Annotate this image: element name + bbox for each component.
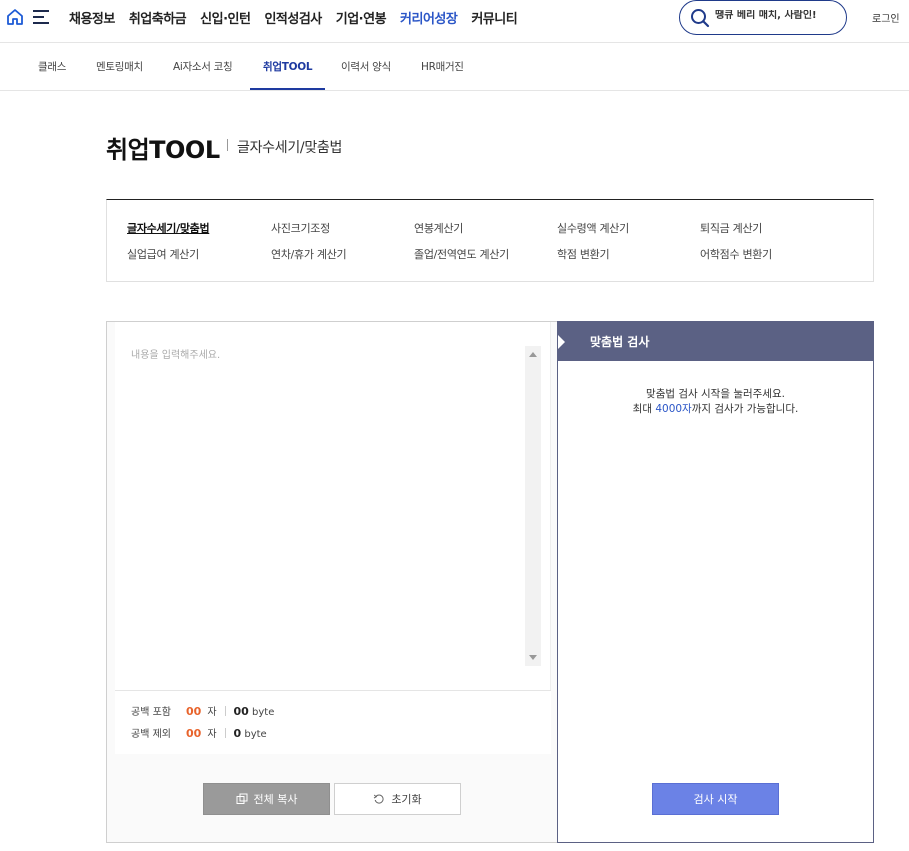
global-nav: 채용정보 취업축하금 신입·인턴 인적성검사 기업·연봉 커리어성장 커뮤니티 …	[0, 0, 909, 43]
byte-unit: byte	[244, 729, 267, 740]
nav-item-bonus[interactable]: 취업축하금	[129, 8, 187, 27]
search-box[interactable]	[679, 0, 847, 35]
tool-list: 글자수세기/맞춤법 사진크기조정 연봉계산기 실수령액 계산기 퇴직금 계산기 …	[106, 199, 874, 282]
spell-check-message: 맞춤법 검사 시작을 눌러주세요. 최대 4000자까지 검사가 가능합니다.	[558, 387, 873, 417]
login-link[interactable]: 로그인	[872, 10, 900, 25]
title-divider	[227, 139, 228, 151]
subnav-item-mentoring[interactable]: 멘토링매치	[96, 59, 143, 74]
subnav-item-class[interactable]: 클래스	[38, 59, 66, 74]
copy-all-label: 전체 복사	[253, 793, 298, 806]
nav-item-community[interactable]: 커뮤니티	[471, 8, 517, 27]
reset-icon	[374, 794, 384, 804]
tool-net-pay-calc[interactable]: 실수령액 계산기	[557, 220, 629, 236]
spell-check-title: 맞춤법 검사	[590, 335, 650, 349]
header-arrow-notch	[558, 335, 565, 349]
count-with-space-label: 공백 포함	[131, 707, 171, 718]
subnav-item-ai-coaching[interactable]: Ai자소서 코칭	[173, 59, 233, 74]
count-without-space-label: 공백 제외	[131, 729, 171, 740]
sub-nav: 클래스 멘토링매치 Ai자소서 코칭 취업TOOL 이력서 양식 HR매거진	[0, 43, 909, 91]
tool-char-count[interactable]: 글자수세기/맞춤법	[127, 220, 210, 236]
message-line-1: 맞춤법 검사 시작을 눌러주세요.	[646, 388, 785, 400]
main-nav: 채용정보 취업축하금 신입·인턴 인적성검사 기업·연봉 커리어성장 커뮤니티	[69, 8, 531, 27]
copy-icon	[236, 793, 247, 804]
message-line-2: 최대 4000자까지 검사가 가능합니다.	[632, 403, 799, 415]
spell-check-header: 맞춤법 검사	[558, 322, 873, 361]
tool-unemployment-calc[interactable]: 실업급여 계산기	[127, 246, 199, 262]
scroll-up-arrow-icon[interactable]	[529, 352, 537, 357]
page-subtitle: 글자수세기/맞춤법	[237, 140, 343, 156]
subnav-active-indicator	[250, 88, 325, 90]
content-textarea[interactable]	[131, 346, 518, 666]
tool-photo-resize[interactable]: 사진크기조정	[271, 220, 330, 236]
search-input[interactable]	[715, 10, 840, 21]
subnav-item-resume-form[interactable]: 이력서 양식	[341, 59, 391, 74]
nav-item-career[interactable]: 커리어성장	[400, 8, 458, 27]
count-with-space: 공백 포함 00 자 00 byte	[131, 703, 274, 718]
nav-item-intern[interactable]: 신입·인턴	[200, 8, 251, 27]
reset-button[interactable]: 초기화	[334, 783, 461, 815]
scroll-down-arrow-icon[interactable]	[529, 655, 537, 660]
nav-item-aptitude[interactable]: 인적성검사	[264, 8, 322, 27]
char-limit: 4000자	[655, 403, 692, 415]
count-without-space-bytes: 0	[233, 727, 242, 740]
subnav-item-hr-magazine[interactable]: HR매거진	[421, 59, 464, 74]
tool-salary-calc[interactable]: 연봉계산기	[414, 220, 463, 236]
count-with-space-chars: 00	[186, 705, 202, 718]
tool-language-score-converter[interactable]: 어학점수 변환기	[700, 246, 772, 262]
start-check-button[interactable]: 검사 시작	[652, 783, 779, 815]
reset-label: 초기화	[391, 793, 422, 806]
subnav-item-tool[interactable]: 취업TOOL	[263, 59, 313, 74]
page-title: 취업TOOL	[106, 136, 220, 164]
char-count-summary: 공백 포함 00 자 00 byte 공백 제외 00 자 0 byte	[115, 690, 551, 754]
tool-severance-calc[interactable]: 퇴직금 계산기	[700, 220, 762, 236]
home-icon[interactable]	[6, 8, 24, 26]
tool-graduation-year-calc[interactable]: 졸업/전역연도 계산기	[414, 246, 509, 262]
char-unit: 자	[207, 729, 217, 740]
char-unit: 자	[207, 707, 217, 718]
count-without-space: 공백 제외 00 자 0 byte	[131, 725, 267, 740]
nav-item-company[interactable]: 기업·연봉	[336, 8, 387, 27]
text-editor-panel: 공백 포함 00 자 00 byte 공백 제외 00 자 0 byte 전체 복사 초기화	[106, 321, 557, 843]
tool-gpa-converter[interactable]: 학점 변환기	[557, 246, 610, 262]
count-with-space-bytes: 00	[233, 705, 249, 718]
copy-all-button[interactable]: 전체 복사	[203, 783, 330, 815]
nav-item-jobs[interactable]: 채용정보	[69, 8, 115, 27]
spell-check-panel: 맞춤법 검사 맞춤법 검사 시작을 눌러주세요. 최대 4000자까지 검사가 …	[557, 321, 874, 843]
byte-unit: byte	[252, 707, 275, 718]
hamburger-menu-icon[interactable]	[33, 10, 51, 24]
tool-leave-calc[interactable]: 연차/휴가 계산기	[271, 246, 347, 262]
textarea-scrollbar[interactable]	[525, 346, 541, 666]
search-icon[interactable]	[690, 8, 710, 28]
count-without-space-chars: 00	[186, 727, 202, 740]
